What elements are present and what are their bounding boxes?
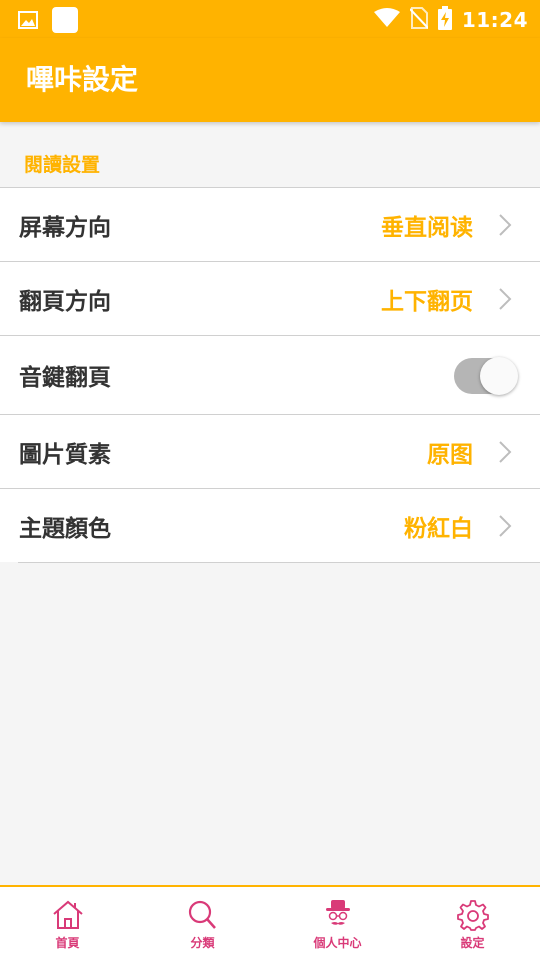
chevron-right-icon (499, 440, 512, 463)
setting-label: 屏幕方向 (19, 214, 111, 241)
app-icon (52, 7, 78, 37)
status-bar: 11:24 (0, 0, 540, 38)
image-icon (18, 11, 38, 33)
tab-categories[interactable]: 分類 (135, 887, 270, 960)
setting-value: 垂直阅读 (381, 214, 473, 241)
wifi-icon (373, 8, 400, 32)
tab-settings[interactable]: 設定 (405, 887, 540, 960)
battery-charging-icon (437, 6, 452, 34)
tab-profile[interactable]: 個人中心 (270, 887, 405, 960)
setting-label: 音鍵翻頁 (19, 365, 111, 391)
app-bar: 嗶咔設定 (0, 38, 540, 122)
setting-value: 粉紅白 (404, 515, 473, 542)
home-icon (52, 900, 83, 929)
tab-label: 個人中心 (313, 936, 362, 950)
list-divider (18, 562, 540, 563)
setting-image-quality[interactable]: 圖片質素 原图 (0, 414, 540, 488)
chevron-right-icon (499, 514, 512, 537)
no-sim-icon (409, 7, 429, 33)
setting-theme-color[interactable]: 主題顏色 粉紅白 (0, 488, 540, 562)
setting-label: 翻頁方向 (19, 288, 111, 315)
chevron-right-icon (499, 287, 512, 310)
setting-screen-orientation[interactable]: 屏幕方向 垂直阅读 (0, 187, 540, 261)
profile-hat-icon (325, 900, 350, 925)
volume-key-toggle[interactable] (454, 356, 518, 395)
setting-volume-key-paging: 音鍵翻頁 (0, 335, 540, 414)
toggle-thumb (480, 357, 518, 395)
settings-list: 屏幕方向 垂直阅读 翻頁方向 上下翻页 音鍵翻頁 圖片質素 原图 主題顏色 粉紅… (0, 187, 540, 562)
chevron-right-icon (499, 213, 512, 236)
setting-value: 上下翻页 (381, 288, 473, 315)
setting-page-direction[interactable]: 翻頁方向 上下翻页 (0, 261, 540, 335)
tab-home[interactable]: 首頁 (0, 887, 135, 960)
section-header: 閱讀設置 (24, 154, 101, 176)
status-time: 11:24 (461, 8, 528, 32)
setting-label: 主題顏色 (19, 515, 111, 542)
tab-label: 分類 (190, 936, 215, 950)
setting-value: 原图 (427, 441, 473, 468)
page-title: 嗶咔設定 (26, 63, 139, 96)
tab-label: 首頁 (55, 936, 80, 950)
bottom-tab-bar: 首頁 分類 個人中心 設定 (0, 885, 540, 960)
setting-label: 圖片質素 (19, 441, 111, 468)
tab-label: 設定 (460, 936, 485, 950)
search-icon (188, 900, 216, 929)
gear-icon (456, 900, 489, 931)
